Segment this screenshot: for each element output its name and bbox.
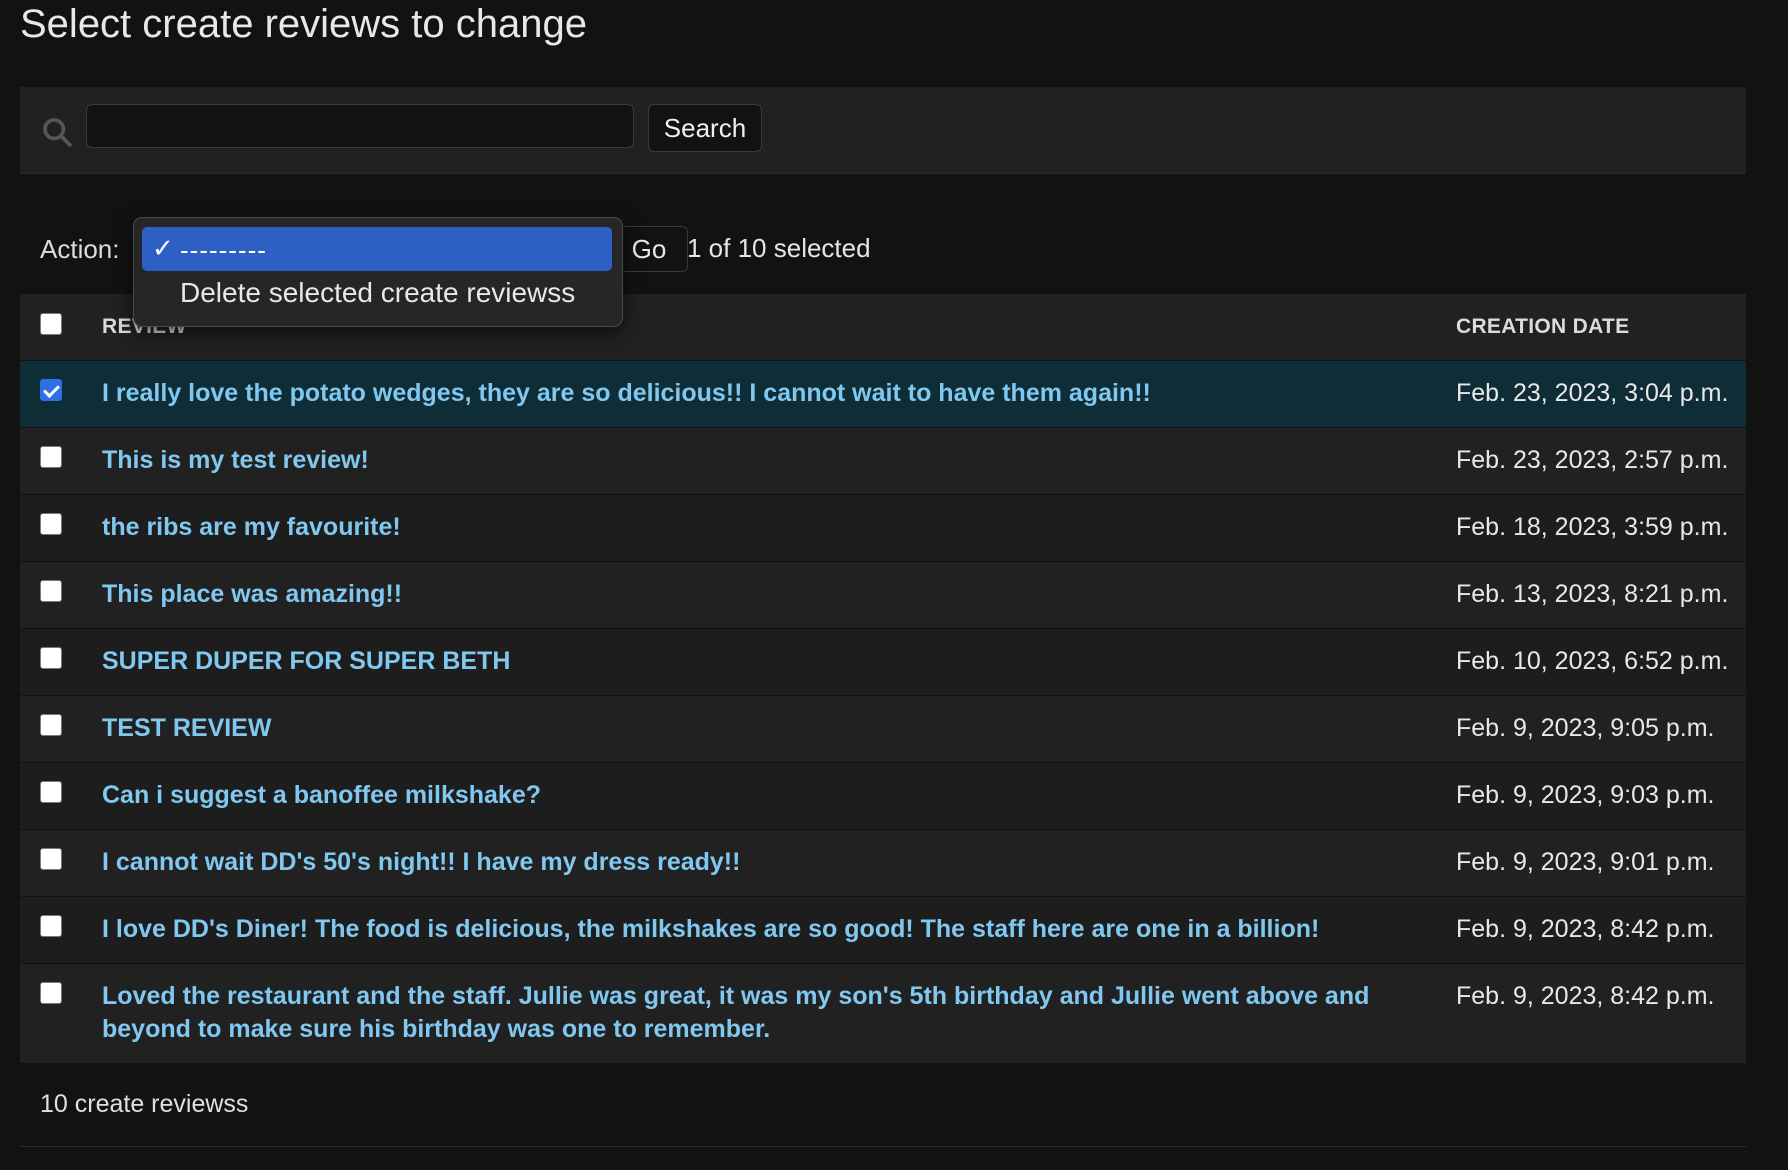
- review-cell: I love DD's Diner! The food is delicious…: [102, 895, 1456, 963]
- table-row: I really love the potato wedges, they ar…: [20, 359, 1746, 427]
- row-checkbox[interactable]: [40, 981, 62, 1004]
- row-checkbox[interactable]: [40, 579, 62, 602]
- table-row: This place was amazing!! Feb. 13, 2023, 8…: [20, 560, 1746, 628]
- creation-date-cell: Feb. 10, 2023, 6:52 p.m.: [1456, 627, 1746, 695]
- search-icon: [43, 118, 72, 147]
- paginator: 10 create reviewss: [20, 1062, 1746, 1147]
- table-row: I cannot wait DD's 50's night!! I have m…: [20, 828, 1746, 896]
- table-row: Loved the restaurant and the staff. Jull…: [20, 962, 1746, 1063]
- review-link[interactable]: I love DD's Diner! The food is delicious…: [102, 897, 1456, 946]
- table-row: This is my test review! Feb. 23, 2023, 2:…: [20, 426, 1746, 494]
- table-row: I love DD's Diner! The food is delicious…: [20, 895, 1746, 963]
- table-row: TEST REVIEW Feb. 9, 2023, 9:05 p.m.: [20, 694, 1746, 762]
- search-toolbar: Search: [20, 87, 1746, 174]
- table-row: the ribs are my favourite! Feb. 18, 2023,…: [20, 493, 1746, 561]
- creation-date-cell: Feb. 9, 2023, 9:03 p.m.: [1456, 761, 1746, 829]
- row-select-cell: [20, 560, 102, 628]
- action-label: Action:: [40, 234, 120, 264]
- review-link[interactable]: TEST REVIEW: [102, 696, 1456, 745]
- search-input[interactable]: [86, 104, 634, 148]
- creation-date-cell: Feb. 9, 2023, 8:42 p.m.: [1456, 962, 1746, 1063]
- action-option-blank[interactable]: ✓ ---------: [142, 227, 612, 271]
- table-row: SUPER DUPER FOR SUPER BETH Feb. 10, 2023,…: [20, 627, 1746, 695]
- review-link[interactable]: I really love the potato wedges, they ar…: [102, 361, 1456, 410]
- row-select-cell: [20, 493, 102, 561]
- review-cell: I really love the potato wedges, they ar…: [102, 359, 1456, 427]
- selected-count: 1 of 10 selected: [687, 233, 871, 263]
- results-table: REVIEW CREATION DATE I really love the p…: [20, 294, 1746, 1063]
- review-link[interactable]: I cannot wait DD's 50's night!! I have m…: [102, 830, 1456, 879]
- review-link[interactable]: SUPER DUPER FOR SUPER BETH: [102, 629, 1456, 678]
- row-select-cell: [20, 359, 102, 427]
- checkmark-icon: ✓: [152, 233, 174, 263]
- creation-date-cell: Feb. 18, 2023, 3:59 p.m.: [1456, 493, 1746, 561]
- review-link[interactable]: the ribs are my favourite!: [102, 495, 1456, 544]
- action-dropdown-menu[interactable]: ✓ --------- Delete selected create revie…: [133, 217, 623, 327]
- row-checkbox[interactable]: [40, 445, 62, 468]
- row-select-cell: [20, 828, 102, 896]
- select-all-checkbox[interactable]: [40, 312, 62, 335]
- row-select-cell: [20, 694, 102, 762]
- row-select-cell: [20, 895, 102, 963]
- admin-changelist-page: Select create reviews to change Search A…: [0, 0, 1788, 1170]
- review-cell: I cannot wait DD's 50's night!! I have m…: [102, 828, 1456, 896]
- review-cell: Loved the restaurant and the staff. Jull…: [102, 962, 1456, 1063]
- row-checkbox[interactable]: [40, 378, 62, 401]
- row-checkbox[interactable]: [40, 713, 62, 736]
- search-button[interactable]: Search: [648, 104, 762, 152]
- row-select-cell: [20, 761, 102, 829]
- review-cell: SUPER DUPER FOR SUPER BETH: [102, 627, 1456, 695]
- review-cell: This place was amazing!!: [102, 560, 1456, 628]
- action-option-label: ---------: [180, 235, 267, 265]
- creation-date-cell: Feb. 23, 2023, 2:57 p.m.: [1456, 426, 1746, 494]
- row-checkbox[interactable]: [40, 512, 62, 535]
- review-link[interactable]: This place was amazing!!: [102, 562, 1456, 611]
- row-checkbox[interactable]: [40, 847, 62, 870]
- review-cell: Can i suggest a banoffee milkshake?: [102, 761, 1456, 829]
- review-link[interactable]: Can i suggest a banoffee milkshake?: [102, 763, 1456, 812]
- review-link[interactable]: Loved the restaurant and the staff. Jull…: [102, 964, 1456, 1046]
- creation-date-cell: Feb. 23, 2023, 3:04 p.m.: [1456, 359, 1746, 427]
- creation-date-cell: Feb. 9, 2023, 9:05 p.m.: [1456, 694, 1746, 762]
- review-cell: the ribs are my favourite!: [102, 493, 1456, 561]
- column-header-creation-date[interactable]: CREATION DATE: [1456, 294, 1746, 360]
- review-cell: This is my test review!: [102, 426, 1456, 494]
- result-count: 10 create reviewss: [40, 1090, 249, 1118]
- review-link[interactable]: This is my test review!: [102, 428, 1456, 477]
- page-title: Select create reviews to change: [20, 2, 587, 46]
- row-checkbox[interactable]: [40, 646, 62, 669]
- creation-date-cell: Feb. 13, 2023, 8:21 p.m.: [1456, 560, 1746, 628]
- review-cell: TEST REVIEW: [102, 694, 1456, 762]
- creation-date-cell: Feb. 9, 2023, 9:01 p.m.: [1456, 828, 1746, 896]
- row-select-cell: [20, 962, 102, 1063]
- row-select-cell: [20, 426, 102, 494]
- action-option-delete[interactable]: Delete selected create reviewss: [180, 277, 575, 309]
- creation-date-cell: Feb. 9, 2023, 8:42 p.m.: [1456, 895, 1746, 963]
- select-all-header: [20, 294, 102, 360]
- row-select-cell: [20, 627, 102, 695]
- row-checkbox[interactable]: [40, 914, 62, 937]
- row-checkbox[interactable]: [40, 780, 62, 803]
- table-row: Can i suggest a banoffee milkshake? Feb. …: [20, 761, 1746, 829]
